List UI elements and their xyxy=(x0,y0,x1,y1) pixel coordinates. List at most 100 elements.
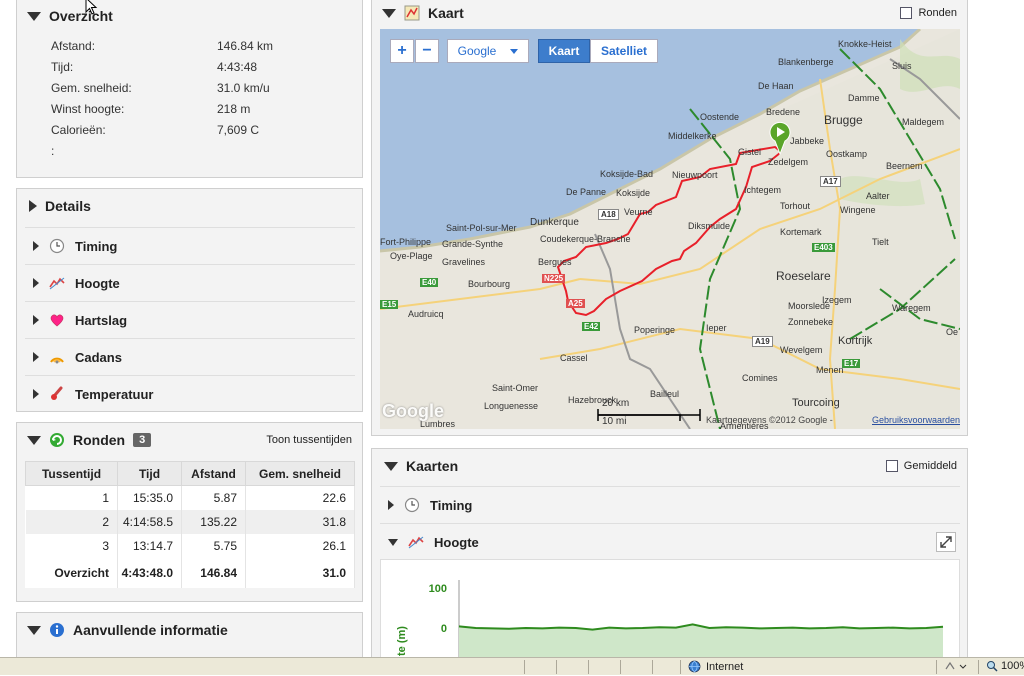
overview-header[interactable]: Overzicht xyxy=(17,0,362,33)
expand-icon xyxy=(388,500,394,510)
status-divider xyxy=(652,660,653,674)
collapse-icon[interactable] xyxy=(382,8,396,18)
place-label: Bredene xyxy=(766,107,801,117)
details-item-hartslag[interactable]: Hartslag xyxy=(25,301,355,338)
overview-label: Gem. snelheid: xyxy=(51,81,132,95)
place-label: Bourbourg xyxy=(468,279,511,289)
status-divider xyxy=(556,660,557,674)
protected-mode-icon[interactable] xyxy=(944,660,968,676)
zone-label: Internet xyxy=(706,660,744,673)
place-label: Fort-Philippe xyxy=(380,237,432,247)
place-label: Kortemark xyxy=(780,227,822,237)
status-divider xyxy=(588,660,589,674)
show-splits-link[interactable]: Toon tussentijden xyxy=(266,434,352,446)
place-label: Wevelgem xyxy=(780,345,823,355)
place-label: Audruicq xyxy=(408,309,444,319)
mouse-cursor-icon xyxy=(85,0,98,15)
extra-info-header[interactable]: Aanvullende informatie xyxy=(17,613,362,647)
place-label: Veurne xyxy=(624,207,653,217)
place-label: Grande-Synthe xyxy=(442,239,504,249)
collapse-icon[interactable] xyxy=(384,461,398,471)
map-provider-label: Google xyxy=(457,44,497,58)
route-map[interactable]: + − Google Kaart Satelliet Knokke-Heist … xyxy=(380,29,960,429)
zoom-out-button[interactable]: − xyxy=(415,39,439,63)
table-row[interactable]: 2 4:14:58.5 135.22 31.8 xyxy=(25,509,355,534)
road-label: A18 xyxy=(598,209,619,220)
table-row[interactable]: 1 15:35.0 5.87 22.6 xyxy=(25,485,355,510)
details-item-timing[interactable]: Timing xyxy=(25,227,355,264)
collapse-icon[interactable] xyxy=(27,435,41,445)
average-checkbox[interactable] xyxy=(885,460,898,472)
details-item-label: Hartslag xyxy=(75,312,128,328)
road-label: A25 xyxy=(566,299,585,308)
place-label: Saint-Pol-sur-Mer xyxy=(446,223,517,233)
table-total-row: Overzicht 4:43:48.0 146.84 31.0 xyxy=(25,557,355,588)
collapse-icon xyxy=(388,538,398,546)
overview-panel: Overzicht Afstand: 146.84 km Tijd: 4:43:… xyxy=(16,0,363,178)
place-label: Jabbeke xyxy=(790,136,825,146)
place-label: Ieper xyxy=(706,323,727,333)
laps-table-header: Tussentijd Tijd Afstand Gem. snelheid xyxy=(25,461,355,486)
overview-label: Winst hoogte: xyxy=(51,102,125,116)
overview-value: 218 m xyxy=(217,102,251,116)
clock-icon xyxy=(404,497,420,513)
security-zone[interactable]: Internet xyxy=(688,660,743,673)
details-item-temperatuur[interactable]: Temperatuur xyxy=(25,375,355,412)
laps-toggle[interactable]: Ronden xyxy=(900,7,957,19)
map-type-satelliet-button[interactable]: Satelliet xyxy=(590,39,658,63)
average-toggle[interactable]: Gemiddeld xyxy=(885,460,957,472)
status-divider xyxy=(978,660,979,674)
overview-value: 7,609 C xyxy=(217,123,260,137)
zoom-label: 100% xyxy=(1001,660,1024,672)
details-item-label: Cadans xyxy=(75,349,122,365)
zoom-in-button[interactable]: + xyxy=(390,39,414,63)
elevation-chart[interactable]: te (m) 1000-100 xyxy=(380,559,960,659)
details-item-label: Temperatuur xyxy=(75,386,154,402)
place-label: Waregem xyxy=(892,303,931,313)
place-label: Koksijde-Bad xyxy=(600,169,654,179)
column-header[interactable]: Tussentijd xyxy=(25,461,118,486)
cell: 4:14:58.5 xyxy=(117,509,182,534)
place-label: Gravelines xyxy=(442,257,486,267)
overview-label: Afstand: xyxy=(51,39,96,53)
place-label: Cassel xyxy=(560,353,588,363)
place-label: Maldegem xyxy=(902,117,945,127)
charts-panel: Kaarten Gemiddeld Timing Hoogte te (m) 1… xyxy=(371,448,968,660)
details-header[interactable]: Details xyxy=(17,189,362,223)
fullscreen-icon xyxy=(940,536,952,548)
cell: Overzicht xyxy=(25,557,118,588)
details-item-cadans[interactable]: Cadans xyxy=(25,338,355,375)
place-label: Longuenesse xyxy=(484,401,539,411)
status-divider xyxy=(524,660,525,674)
column-header[interactable]: Tijd xyxy=(117,461,182,486)
zoom-control[interactable]: 100% xyxy=(986,660,1024,672)
map-provider-select[interactable]: Google xyxy=(447,39,529,63)
average-checkbox-label: Gemiddeld xyxy=(903,460,957,472)
column-header[interactable]: Gem. snelheid xyxy=(245,461,355,486)
laps-checkbox[interactable] xyxy=(900,7,913,19)
column-header[interactable]: Afstand xyxy=(181,461,246,486)
expand-icon xyxy=(33,389,39,399)
table-row[interactable]: 3 13:14.7 5.75 26.1 xyxy=(25,533,355,558)
scale-km-label: 20 km xyxy=(602,398,630,409)
expand-chart-button[interactable] xyxy=(936,532,956,552)
cell: 31.0 xyxy=(245,557,355,588)
place-label: Dunkerque xyxy=(530,217,579,228)
chart-item-hoogte[interactable]: Hoogte xyxy=(380,523,960,560)
place-label: Kortrijk xyxy=(838,335,873,347)
terms-link[interactable]: Gebruiksvoorwaarden xyxy=(872,415,960,425)
chart-item-timing[interactable]: Timing xyxy=(380,486,960,523)
status-divider xyxy=(680,660,681,674)
chart-item-label: Hoogte xyxy=(434,534,479,550)
place-label: De Panne xyxy=(566,187,607,197)
place-label: Bailleul xyxy=(650,389,680,399)
cell: 22.6 xyxy=(245,485,355,510)
cell: 15:35.0 xyxy=(117,485,182,510)
place-label: Tourcoing xyxy=(792,397,840,409)
place-label: Torhout xyxy=(780,201,811,211)
overview-value: 4:43:48 xyxy=(217,60,258,74)
details-item-hoogte[interactable]: Hoogte xyxy=(25,264,355,301)
extra-info-title: Aanvullende informatie xyxy=(73,622,228,638)
map-type-kaart-button[interactable]: Kaart xyxy=(538,39,590,63)
place-label: Beernem xyxy=(886,161,923,171)
